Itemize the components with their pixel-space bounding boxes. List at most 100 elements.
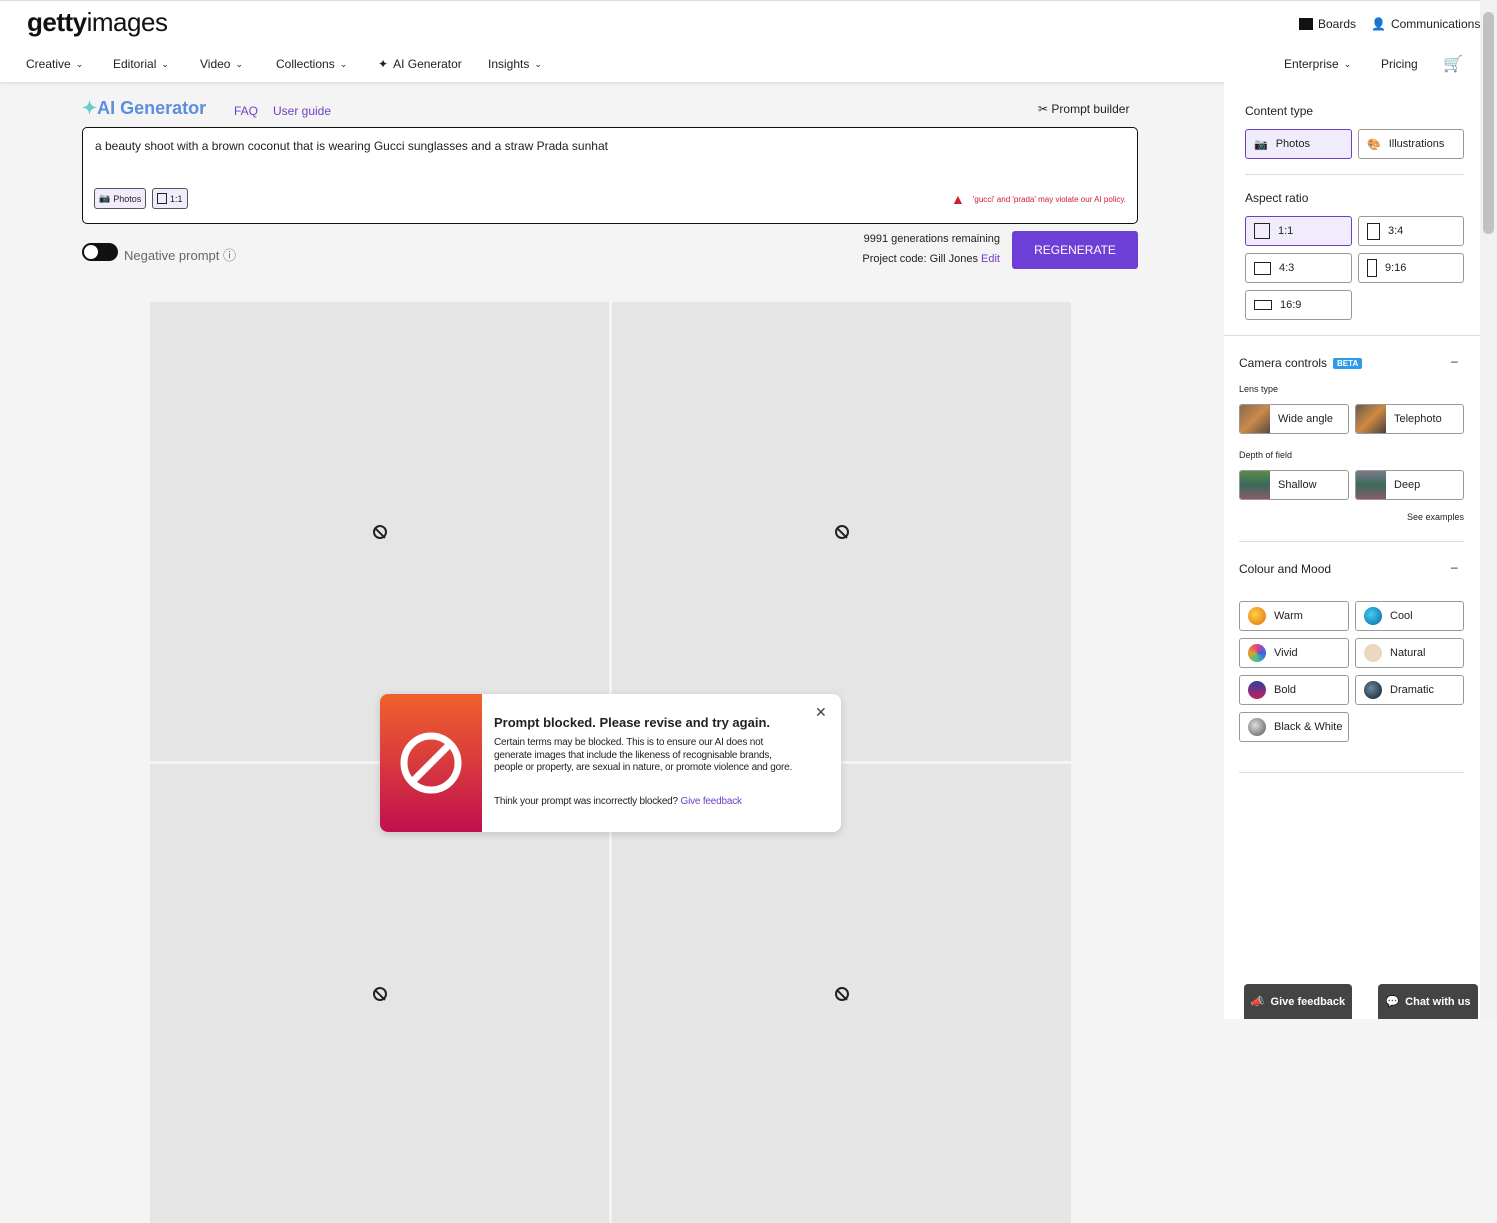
landscape-icon [1254,261,1271,275]
regenerate-button[interactable]: REGENERATE [1012,231,1138,269]
chat-icon: 💬 [1385,996,1400,1008]
collapse-icon[interactable]: – [1451,560,1458,574]
content-photos-button[interactable]: 📷 Photos [1245,129,1352,159]
shallow-button[interactable]: Shallow [1239,470,1349,500]
prompt-blocked-modal: Prompt blocked. Please revise and try ag… [380,694,841,832]
modal-body: Certain terms may be blocked. This is to… [494,737,793,773]
content-illustrations-button[interactable]: 🎨 Illustrations [1358,129,1464,159]
ratio-9-16-button[interactable]: 9:16 [1358,253,1464,283]
close-icon[interactable]: ✕ [815,704,827,721]
divider [1239,772,1464,773]
give-feedback-link[interactable]: Give feedback [681,796,743,807]
top-header: gettyimages Creative ⌄ Editorial ⌄ Video ⌄ … [0,0,1480,82]
nav-video[interactable]: Video ⌄ [200,57,243,71]
blocked-icon [834,986,849,1001]
nav-pricing[interactable]: Pricing [1381,57,1418,71]
camera-icon: 📷 [1254,138,1268,151]
bw-swatch-icon [1248,718,1266,736]
nav-enterprise[interactable]: Enterprise ⌄ [1284,57,1351,71]
getty-logo[interactable]: gettyimages [27,7,168,38]
chevron-down-icon: ⌄ [339,58,348,69]
prompt-input[interactable]: a beauty shoot with a brown coconut that… [82,127,1138,224]
user-icon: 👤 [1371,17,1386,31]
colour-mood-header[interactable]: Colour and Mood [1239,562,1331,576]
mood-bw-button[interactable]: Black & White [1239,712,1349,742]
help-icon[interactable]: ⓘ [223,248,236,263]
square-icon [1254,223,1270,239]
chevron-down-icon: ⌄ [161,58,169,69]
see-examples-link[interactable]: See examples [1407,512,1464,522]
telephoto-button[interactable]: Telephoto [1355,404,1464,434]
give-feedback-button[interactable]: 📣 Give feedback [1244,984,1352,1019]
nav-collections[interactable]: Collections ⌄ [276,57,347,71]
nav-ai-generator[interactable]: ✦ AI Generator [378,57,462,71]
camera-controls-header[interactable]: Camera controls BETA [1239,356,1363,370]
blocked-icon [372,524,387,539]
divider [1239,541,1464,542]
corgi-thumbnail [1356,405,1386,433]
generations-remaining: 9991 generations remaining [863,233,1000,245]
plant-thumbnail [1356,471,1386,499]
chevron-down-icon: ⌄ [235,58,244,69]
image-slot [612,302,1071,761]
blocked-icon [400,732,462,794]
edit-project-link[interactable]: Edit [981,253,1000,265]
nav-insights[interactable]: Insights ⌄ [488,57,542,71]
depth-label: Depth of field [1239,450,1293,460]
cart-icon[interactable]: 🛒 [1443,54,1463,74]
page-title: ✦AI Generator [82,98,207,118]
ratio-16-9-button[interactable]: 16:9 [1245,290,1352,320]
scrollbar-thumb[interactable] [1483,12,1494,234]
natural-swatch-icon [1364,644,1382,662]
faq-link[interactable]: FAQ [234,104,258,118]
dramatic-swatch-icon [1364,681,1382,699]
policy-warning: ▲'gucci' and 'prada' may violate our AI … [950,191,1126,207]
ratio-3-4-button[interactable]: 3:4 [1358,216,1464,246]
sparkle-icon: ✦ [378,57,389,71]
mood-vivid-button[interactable]: Vivid [1239,638,1349,668]
camera-icon: 📷 [99,193,111,203]
boards-link[interactable]: Boards [1299,17,1356,31]
mood-natural-button[interactable]: Natural [1355,638,1464,668]
wide-icon [1254,300,1272,310]
chat-button[interactable]: 💬 Chat with us [1378,984,1478,1019]
ratio-4-3-button[interactable]: 4:3 [1245,253,1352,283]
nav-editorial[interactable]: Editorial ⌄ [113,57,169,71]
account-link[interactable]: 👤 Communications [1371,17,1480,31]
mood-dramatic-button[interactable]: Dramatic [1355,675,1464,705]
mood-cool-button[interactable]: Cool [1355,601,1464,631]
divider [1224,335,1480,336]
nav-creative[interactable]: Creative ⌄ [26,57,83,71]
tools-icon: ✂ [1038,102,1049,116]
wide-angle-button[interactable]: Wide angle [1239,404,1349,434]
warning-icon: ▲ [950,191,965,207]
photos-chip[interactable]: 📷 Photos [94,188,147,209]
negative-prompt-toggle[interactable] [82,243,118,261]
boards-icon [1299,18,1313,30]
chevron-down-icon: ⌄ [1343,58,1352,69]
ratio-1-1-button[interactable]: 1:1 [1245,216,1352,246]
modal-question: Think your prompt was incorrectly blocke… [494,796,742,807]
warm-swatch-icon [1248,607,1266,625]
user-guide-link[interactable]: User guide [273,104,331,118]
chevron-down-icon: ⌄ [534,58,542,69]
mood-bold-button[interactable]: Bold [1239,675,1349,705]
image-slot [612,764,1071,1223]
prompt-text: a beauty shoot with a brown coconut that… [95,139,608,153]
palette-icon: 🎨 [1367,138,1381,151]
collapse-icon[interactable]: – [1451,354,1458,368]
plant-thumbnail [1240,471,1270,499]
divider [1245,174,1464,175]
image-slot [150,302,609,761]
mood-warm-button[interactable]: Warm [1239,601,1349,631]
portrait-icon [1367,222,1380,240]
scrollbar[interactable] [1480,0,1497,1019]
ratio-chip[interactable]: 1:1 [152,188,188,209]
image-slot [150,764,609,1223]
corgi-thumbnail [1240,405,1270,433]
deep-button[interactable]: Deep [1355,470,1464,500]
megaphone-icon: 📣 [1250,996,1265,1008]
blocked-icon [372,986,387,1001]
prompt-builder-button[interactable]: ✂ Prompt builder [1038,102,1129,116]
negative-prompt-label: Negative prompt ⓘ [124,248,237,263]
